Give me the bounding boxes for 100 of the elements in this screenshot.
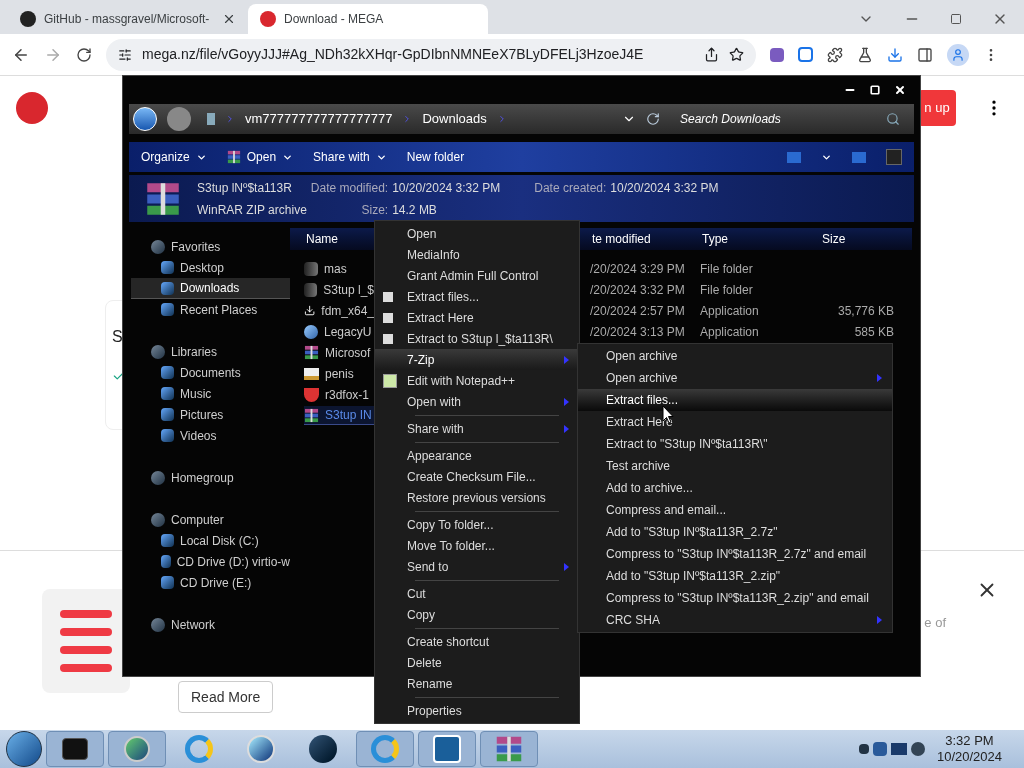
profile-avatar[interactable] xyxy=(947,43,969,66)
nav-item[interactable]: Local Disk (C:) xyxy=(131,530,290,551)
taskbar-button[interactable] xyxy=(418,731,476,767)
menu-item[interactable]: Extract to "S3tup INº$ta113R\" xyxy=(578,433,892,455)
start-button[interactable] xyxy=(6,731,42,767)
nav-item[interactable]: Downloads xyxy=(131,278,290,299)
file-row[interactable]: LegacyU xyxy=(304,322,374,341)
menu-item[interactable]: Extract Here xyxy=(375,307,579,328)
nav-item[interactable]: Homegroup xyxy=(131,467,290,488)
nav-item[interactable]: Recent Places xyxy=(131,299,290,320)
submenu-arrow-icon xyxy=(564,355,569,364)
toolbar-button[interactable]: Organize xyxy=(141,148,207,166)
nav-item[interactable]: Videos xyxy=(131,425,290,446)
flask-icon[interactable] xyxy=(857,46,873,63)
download-icon[interactable] xyxy=(887,46,903,63)
menu-item[interactable]: Add to archive... xyxy=(578,477,892,499)
view-icon[interactable] xyxy=(787,151,801,163)
menu-item[interactable]: Extract files... xyxy=(578,389,892,411)
menu-item[interactable]: MediaInfo xyxy=(375,244,579,265)
nav-item[interactable]: Music xyxy=(131,383,290,404)
menu-item[interactable]: Open archive xyxy=(578,367,892,389)
file-row[interactable]: S3tup IN xyxy=(304,406,374,425)
menu-item[interactable]: Extract files... xyxy=(375,286,579,307)
browser-tab[interactable]: GitHub - massgravel/Microsoft- xyxy=(8,4,248,34)
close-icon[interactable] xyxy=(222,12,236,26)
toolbar-button[interactable]: Share with xyxy=(313,148,387,166)
menu-item[interactable]: Test archive xyxy=(578,455,892,477)
refresh-icon[interactable] xyxy=(646,112,660,126)
extension-icon[interactable] xyxy=(770,47,784,62)
toolbar-button[interactable]: Open xyxy=(226,148,294,166)
menu-item[interactable]: Appearance xyxy=(375,445,579,466)
menu-item[interactable]: CRC SHA xyxy=(578,609,892,631)
address-bar[interactable]: mega.nz/file/vGoyyJJJ#Ag_NDh32kXHqr-GpDIbnNMNEeX7BLyDFELj3HzoeJ4E xyxy=(106,38,756,71)
help-icon[interactable] xyxy=(886,149,902,165)
file-row[interactable]: penis xyxy=(304,364,374,383)
taskbar-button[interactable] xyxy=(46,731,104,767)
extension-icon[interactable] xyxy=(798,47,813,62)
menu-item[interactable]: Properties xyxy=(375,700,579,721)
read-more-button[interactable]: Read More xyxy=(178,681,274,713)
menu-item[interactable]: Add to "S3tup INº$ta113R_2.7z" xyxy=(578,521,892,543)
menu-item[interactable]: Share with xyxy=(375,418,579,439)
menu-item[interactable]: Open xyxy=(375,223,579,244)
menu-item[interactable]: Compress to "S3tup INº$ta113R_2.7z" and email xyxy=(578,543,892,565)
breadcrumb-item[interactable]: vm777777777777777777 xyxy=(245,109,393,129)
menu-item[interactable]: Cut xyxy=(375,583,579,604)
close-icon[interactable] xyxy=(894,84,906,96)
menu-item[interactable]: Open archive xyxy=(578,345,892,367)
menu-item[interactable]: Copy xyxy=(375,604,579,625)
file-row[interactable]: mas xyxy=(304,259,374,278)
nav-item[interactable]: Network xyxy=(131,614,290,635)
menu-item[interactable]: Grant Admin Full Control xyxy=(375,265,579,286)
toolbar-button[interactable]: New folder xyxy=(406,148,465,166)
menu-item[interactable]: Create Checksum File... xyxy=(375,466,579,487)
reload-icon[interactable] xyxy=(76,46,92,63)
menu-item[interactable]: Edit with Notepad++ xyxy=(375,370,579,391)
file-row[interactable]: fdm_x64_ xyxy=(304,301,374,320)
share-icon[interactable] xyxy=(704,47,719,62)
nav-item[interactable]: CD Drive (E:) xyxy=(131,572,290,593)
tray-icon[interactable] xyxy=(858,744,869,754)
menu-item[interactable]: Copy To folder... xyxy=(375,514,579,535)
menu-item[interactable]: Move To folder... xyxy=(375,535,579,556)
menu-item[interactable]: Open with xyxy=(375,391,579,412)
field-value: 10/20/2024 3:32 PM xyxy=(610,179,719,197)
preview-pane-icon[interactable] xyxy=(852,151,866,163)
column-name[interactable]: te modified xyxy=(592,230,702,248)
column-name[interactable]: Type xyxy=(702,230,822,248)
nav-item[interactable]: Computer xyxy=(131,509,290,530)
menu-item[interactable]: Send to xyxy=(375,556,579,577)
nav-item[interactable]: Pictures xyxy=(131,404,290,425)
menu-item[interactable]: Compress to "S3tup INº$ta113R_2.zip" and email xyxy=(578,587,892,609)
menu-item[interactable]: Extract to S3tup l_$ta113R\ xyxy=(375,328,579,349)
browser-tab[interactable]: Download - MEGA xyxy=(248,4,488,34)
menu-item[interactable]: Delete xyxy=(375,652,579,673)
nav-item[interactable]: Libraries xyxy=(131,341,290,362)
nav-icon xyxy=(161,366,174,379)
file-row[interactable]: r3dfox-1 xyxy=(304,385,374,404)
forward-button[interactable] xyxy=(167,107,191,131)
menu-item[interactable]: Restore previous versions xyxy=(375,487,579,508)
star-icon[interactable] xyxy=(729,47,744,62)
menu-item[interactable]: Rename xyxy=(375,673,579,694)
column-name[interactable]: Size xyxy=(822,230,912,248)
file-row[interactable]: S3tup l_$ xyxy=(304,280,374,299)
menu-item[interactable]: 7-Zip xyxy=(375,349,579,370)
nav-item[interactable]: Documents xyxy=(131,362,290,383)
nav-item[interactable]: Desktop xyxy=(131,257,290,278)
extensions-icon[interactable] xyxy=(827,46,843,63)
menu-item[interactable]: Add to "S3tup INº$ta113R_2.zip" xyxy=(578,565,892,587)
nav-item[interactable]: Favorites xyxy=(131,236,290,257)
maximize-icon[interactable] xyxy=(870,85,880,95)
breadcrumb-item[interactable]: Downloads xyxy=(422,109,487,129)
file-row[interactable]: Microsof xyxy=(304,343,374,362)
side-panel-icon[interactable] xyxy=(917,46,933,63)
back-button[interactable] xyxy=(133,107,157,131)
tray-icon[interactable] xyxy=(872,742,887,756)
restore-icon[interactable] xyxy=(950,13,962,25)
menu-item[interactable]: Create shortcut xyxy=(375,631,579,652)
menu-item[interactable]: Compress and email... xyxy=(578,499,892,521)
search-field[interactable]: Search Downloads xyxy=(670,107,910,131)
nav-item[interactable]: CD Drive (D:) virtio-w xyxy=(131,551,290,572)
site-settings-icon[interactable] xyxy=(118,47,132,62)
